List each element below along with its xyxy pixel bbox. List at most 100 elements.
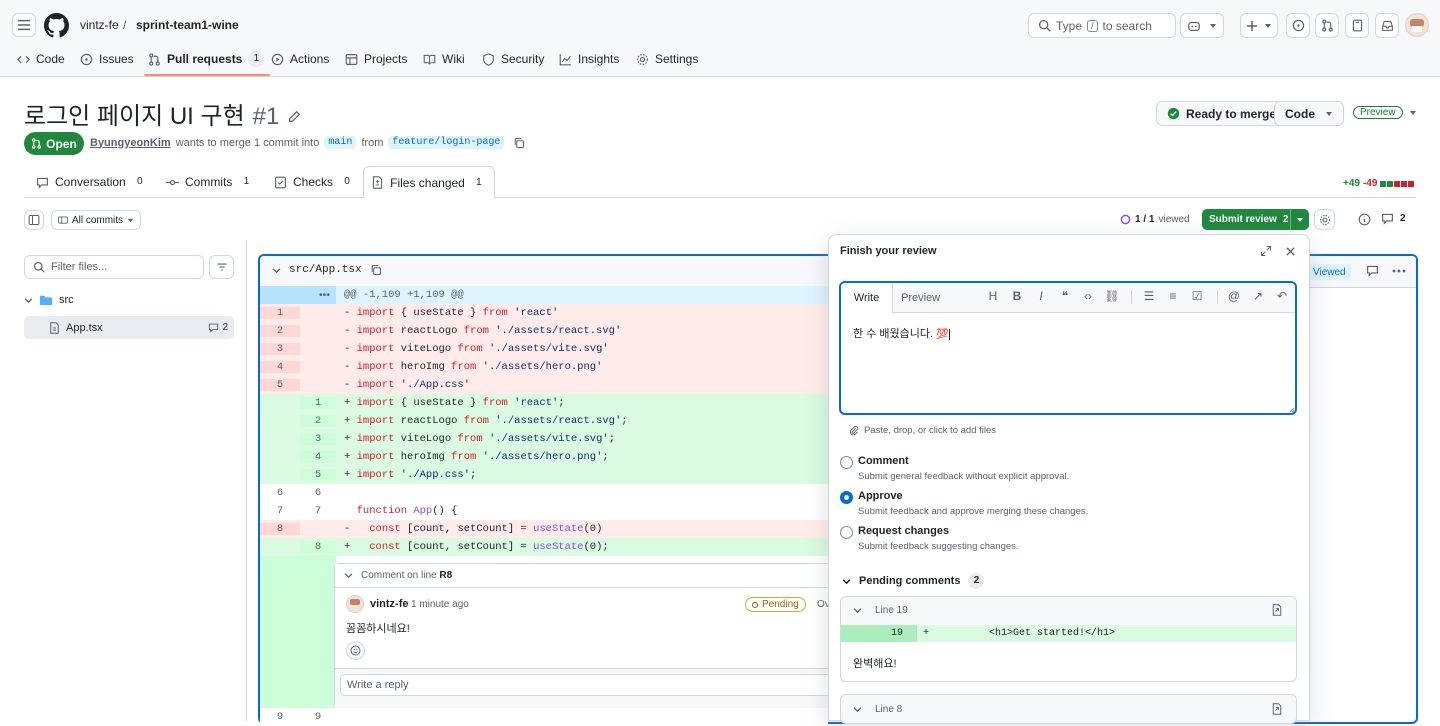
head-branch[interactable]: feature/login-page — [388, 136, 505, 149]
all-commits-dropdown[interactable]: All commits — [51, 210, 141, 230]
quote-icon[interactable]: ❝ — [1057, 289, 1073, 303]
old-line-number[interactable]: 9 — [260, 711, 300, 723]
expand-icon[interactable]: ••• — [260, 286, 336, 304]
tree-file-app-tsx[interactable]: App.tsx 2 — [24, 316, 234, 339]
radio-approve[interactable] — [840, 491, 853, 504]
comments-toggle[interactable]: 2 — [1381, 212, 1406, 225]
nav-tab-actions[interactable]: Actions — [271, 44, 329, 74]
mention-icon[interactable]: @ — [1226, 289, 1242, 303]
new-line-number[interactable]: 9 — [300, 711, 336, 723]
tree-folder-src[interactable]: src — [24, 294, 74, 306]
chevron-down-icon[interactable] — [272, 266, 281, 275]
bold-icon[interactable]: B — [1009, 289, 1025, 303]
comment-time[interactable]: 1 minute ago — [411, 599, 469, 610]
link-icon[interactable]: ⛓ — [1104, 289, 1120, 303]
radio-request-changes-label[interactable]: Request changes — [858, 525, 949, 537]
nav-tab-issues[interactable]: Issues — [80, 44, 134, 74]
undo-icon[interactable]: ↶ — [1274, 289, 1290, 303]
create-new-button[interactable] — [1240, 13, 1278, 38]
pencil-icon[interactable] — [287, 110, 301, 124]
nav-tab-wiki[interactable]: Wiki — [423, 44, 465, 74]
new-line-number[interactable]: 5 — [300, 469, 336, 481]
menu-button[interactable] — [12, 13, 36, 37]
repositories-button[interactable] — [1345, 13, 1369, 38]
diff-settings-button[interactable] — [1314, 209, 1335, 230]
avatar[interactable] — [346, 595, 364, 613]
unordered-list-icon[interactable]: ☰ — [1141, 289, 1157, 303]
resize-handle-icon[interactable] — [1289, 407, 1295, 413]
kebab-menu-icon[interactable] — [1392, 269, 1406, 273]
search-input[interactable]: Type / to search — [1028, 13, 1176, 38]
nav-tab-settings[interactable]: Settings — [636, 44, 698, 74]
nav-tab-security[interactable]: Security — [482, 44, 544, 74]
review-textarea[interactable]: 한 수 배웠습니다. 💯 — [853, 325, 950, 341]
old-line-number[interactable]: 5 — [260, 379, 300, 391]
pending-comment-header[interactable]: Line 19 — [853, 605, 908, 616]
radio-comment-label[interactable]: Comment — [858, 455, 909, 467]
toggle-file-tree-button[interactable] — [24, 210, 44, 230]
tab-conversation[interactable]: Conversation 0 — [36, 166, 148, 198]
avatar[interactable] — [1405, 13, 1429, 37]
new-line-number[interactable]: 8 — [300, 541, 336, 553]
new-line-number[interactable]: 6 — [300, 487, 336, 499]
old-line-number[interactable]: 1 — [260, 307, 300, 319]
pending-comment-header[interactable]: Line 8 — [853, 704, 902, 715]
nav-tab-code[interactable]: Code — [17, 44, 65, 74]
tab-files-changed[interactable]: Files changed 1 — [363, 166, 495, 199]
heading-icon[interactable]: H — [985, 289, 1001, 303]
github-logo-icon[interactable] — [44, 13, 69, 38]
comment-thread-header[interactable]: Comment on line R8 — [344, 570, 452, 581]
old-line-number[interactable]: 6 — [260, 487, 300, 499]
filter-options-button[interactable] — [209, 255, 234, 279]
new-line-number[interactable]: 3 — [300, 433, 336, 445]
submit-review-button[interactable]: Submit review 2 — [1202, 209, 1309, 230]
issues-button[interactable] — [1286, 13, 1310, 38]
new-line-number[interactable]: 2 — [300, 415, 336, 427]
add-reaction-button[interactable] — [346, 641, 365, 660]
radio-approve-label[interactable]: Approve — [858, 490, 903, 502]
old-line-number[interactable]: 2 — [260, 325, 300, 337]
nav-tab-projects[interactable]: Projects — [345, 44, 407, 74]
attach-files-hint[interactable]: Paste, drop, or click to add files — [848, 425, 996, 436]
code-icon[interactable]: ‹› — [1080, 289, 1096, 303]
filter-files-input[interactable]: Filter files... — [24, 255, 204, 279]
ordered-list-icon[interactable]: ≡ — [1165, 289, 1181, 303]
preview-feature-badge[interactable]: Preview — [1353, 106, 1417, 119]
pull-requests-button[interactable] — [1315, 13, 1339, 38]
new-line-number[interactable]: 1 — [300, 397, 336, 409]
copy-icon[interactable] — [513, 137, 525, 149]
reference-icon[interactable]: ↗ — [1250, 289, 1266, 303]
italic-icon[interactable]: I — [1033, 289, 1049, 303]
copy-icon[interactable] — [370, 264, 382, 276]
repo-name-link[interactable]: sprint-team1-wine — [136, 18, 239, 32]
copilot-button[interactable] — [1180, 13, 1224, 38]
inbox-button[interactable] — [1375, 13, 1399, 38]
diff-file-path[interactable]: src/App.tsx — [289, 264, 362, 276]
tab-checks[interactable]: Checks 0 — [274, 166, 355, 198]
close-icon[interactable] — [1286, 247, 1295, 256]
comment-author[interactable]: vintz-fe — [370, 598, 409, 610]
tab-preview[interactable]: Preview — [901, 292, 940, 304]
new-line-number[interactable]: 4 — [300, 451, 336, 463]
info-icon[interactable] — [1358, 213, 1371, 226]
viewed-checkbox[interactable]: Viewed — [1305, 264, 1351, 280]
old-line-number[interactable]: 8 — [260, 523, 300, 535]
radio-comment[interactable] — [840, 456, 853, 469]
ready-to-merge-button[interactable]: Ready to merge — [1156, 101, 1288, 126]
old-line-number[interactable]: 3 — [260, 343, 300, 355]
comment-icon[interactable] — [1366, 264, 1379, 277]
old-line-number[interactable]: 4 — [260, 361, 300, 373]
tab-commits[interactable]: Commits 1 — [166, 166, 254, 198]
radio-request-changes[interactable] — [840, 526, 853, 539]
pending-comments-toggle[interactable]: Pending comments 2 — [842, 573, 985, 589]
tab-write[interactable]: Write — [841, 283, 893, 314]
nav-tab-pull-requests[interactable]: Pull requests 1 — [144, 44, 271, 76]
reply-input[interactable]: Write a reply — [340, 674, 828, 696]
repo-owner-link[interactable]: vintz-fe — [80, 18, 119, 32]
new-line-number[interactable]: 7 — [300, 505, 336, 517]
go-to-file-icon[interactable] — [1271, 703, 1283, 715]
old-line-number[interactable]: 7 — [260, 505, 300, 517]
task-list-icon[interactable]: ☑ — [1189, 289, 1205, 303]
expand-icon[interactable] — [1260, 245, 1272, 257]
code-dropdown-button[interactable]: Code — [1274, 101, 1344, 126]
